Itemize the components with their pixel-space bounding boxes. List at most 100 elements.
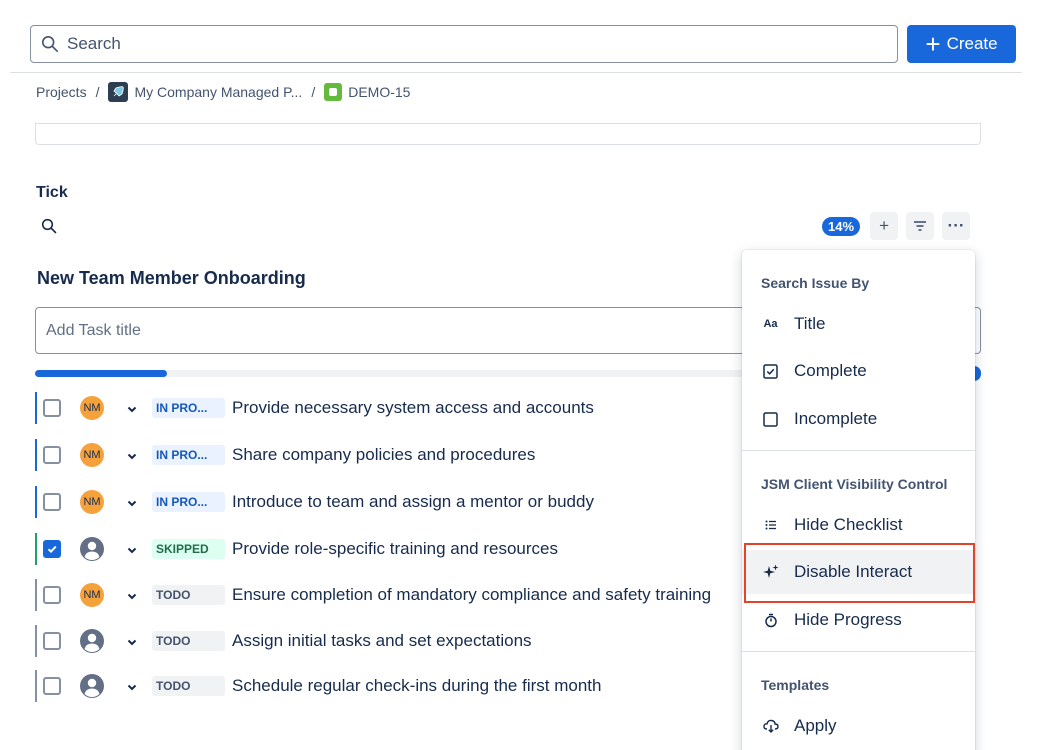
checklist-options-menu: Search Issue By Aa Title Complete Incomp…	[742, 250, 975, 750]
avatar[interactable]: NM	[80, 583, 104, 607]
task-status-bar	[35, 533, 37, 565]
task-status-bar	[35, 439, 37, 471]
description-field-bottom	[35, 122, 981, 145]
chevron-down-icon[interactable]	[126, 402, 138, 414]
menu-item-hide-progress[interactable]: Hide Progress	[742, 598, 975, 642]
menu-item-incomplete[interactable]: Incomplete	[742, 397, 975, 441]
search-input[interactable]	[67, 34, 847, 54]
stopwatch-icon	[762, 612, 779, 629]
menu-item-title[interactable]: Aa Title	[742, 302, 975, 346]
task-row[interactable]: NM IN PRO... Share company policies and pr…	[35, 439, 755, 471]
progress-badge: 14%	[822, 216, 861, 236]
status-badge[interactable]: TODO	[152, 585, 225, 605]
checklist-title: New Team Member Onboarding	[37, 268, 306, 288]
task-status-bar	[35, 392, 37, 424]
menu-divider	[742, 450, 975, 451]
menu-item-label: Title	[794, 314, 826, 333]
status-badge[interactable]: IN PRO...	[152, 492, 225, 512]
checklist-toolbar: 14% + ···	[822, 212, 971, 240]
chevron-down-icon[interactable]	[126, 635, 138, 647]
task-checkbox[interactable]	[43, 446, 61, 464]
task-checkbox[interactable]	[43, 493, 61, 511]
section-title: Tick	[36, 184, 68, 201]
menu-heading-visibility: JSM Client Visibility Control	[761, 476, 948, 492]
task-row[interactable]: SKIPPED Provide role-specific training an…	[35, 533, 755, 565]
search-box[interactable]	[30, 25, 898, 63]
status-badge[interactable]: TODO	[152, 631, 225, 651]
menu-heading-templates: Templates	[761, 677, 830, 693]
menu-heading-search: Search Issue By	[761, 275, 870, 291]
story-icon	[324, 83, 343, 101]
chevron-down-icon[interactable]	[126, 449, 138, 461]
more-button[interactable]: ···	[942, 212, 971, 240]
filter-button[interactable]	[906, 212, 935, 240]
task-checkbox[interactable]	[43, 586, 61, 604]
avatar-placeholder-icon[interactable]	[79, 628, 105, 654]
task-row[interactable]: NM IN PRO... Introduce to team and assign …	[35, 486, 755, 518]
text-case-icon: Aa	[763, 318, 778, 330]
breadcrumb: Projects / My Company Managed P... / DEM…	[36, 82, 410, 102]
breadcrumb-separator: /	[311, 84, 316, 100]
task-checkbox[interactable]	[43, 399, 61, 417]
highlight-annotation	[744, 543, 975, 603]
breadcrumb-project[interactable]: My Company Managed P...	[134, 84, 302, 100]
task-text[interactable]: Share company policies and procedures	[232, 445, 535, 465]
search-icon[interactable]	[41, 218, 57, 234]
checkbox-empty-icon	[762, 411, 779, 428]
task-row[interactable]: NM IN PRO... Provide necessary system acce…	[35, 392, 755, 424]
progress-fill	[35, 370, 168, 377]
task-status-bar	[35, 670, 37, 702]
avatar-placeholder-icon[interactable]	[79, 536, 105, 562]
breadcrumb-projects[interactable]: Projects	[36, 84, 87, 100]
task-status-bar	[35, 579, 37, 611]
chevron-down-icon[interactable]	[126, 543, 138, 555]
status-badge[interactable]: SKIPPED	[152, 539, 225, 559]
checkmark-icon	[47, 545, 57, 554]
breadcrumb-separator: /	[95, 84, 100, 100]
menu-item-label: Hide Checklist	[794, 515, 903, 534]
task-status-bar	[35, 486, 37, 518]
header-divider	[10, 72, 1022, 73]
status-badge[interactable]: TODO	[152, 676, 225, 696]
cloud-download-icon	[762, 718, 779, 735]
task-row[interactable]: NM TODO Ensure completion of mandatory com…	[35, 579, 755, 611]
breadcrumb-issue[interactable]: DEMO-15	[348, 84, 410, 100]
task-row[interactable]: TODO Schedule regular check-ins during th…	[35, 670, 755, 702]
create-button[interactable]: + Create	[907, 25, 1016, 63]
task-text[interactable]: Provide necessary system access and acco…	[232, 398, 594, 418]
add-button[interactable]: +	[870, 212, 899, 240]
search-icon	[41, 35, 59, 53]
task-text[interactable]: Introduce to team and assign a mentor or…	[232, 492, 594, 512]
avatar[interactable]: NM	[80, 396, 104, 420]
status-badge[interactable]: IN PRO...	[152, 398, 225, 418]
menu-item-label: Incomplete	[794, 409, 878, 428]
task-text[interactable]: Provide role-specific training and resou…	[232, 539, 558, 559]
menu-divider	[742, 651, 975, 652]
menu-item-complete[interactable]: Complete	[742, 349, 975, 393]
task-text[interactable]: Assign initial tasks and set expectation…	[232, 631, 532, 651]
list-icon	[762, 517, 779, 534]
task-text[interactable]: Ensure completion of mandatory complianc…	[232, 585, 711, 605]
menu-item-hide-checklist[interactable]: Hide Checklist	[742, 503, 975, 547]
task-text[interactable]: Schedule regular check-ins during the fi…	[232, 676, 601, 696]
avatar[interactable]: NM	[80, 490, 104, 514]
chevron-down-icon[interactable]	[126, 680, 138, 692]
menu-item-label: Apply	[794, 716, 837, 735]
chevron-down-icon[interactable]	[126, 589, 138, 601]
task-checkbox[interactable]	[43, 540, 61, 558]
menu-item-apply-template[interactable]: Apply	[742, 704, 975, 748]
create-button-label: Create	[946, 34, 998, 53]
filter-icon	[914, 221, 927, 231]
menu-item-label: Hide Progress	[794, 610, 902, 629]
status-badge[interactable]: IN PRO...	[152, 445, 225, 465]
avatar[interactable]: NM	[80, 443, 104, 467]
task-row[interactable]: TODO Assign initial tasks and set expecta…	[35, 625, 755, 657]
task-checkbox[interactable]	[43, 677, 61, 695]
avatar-placeholder-icon[interactable]	[79, 673, 105, 699]
chevron-down-icon[interactable]	[126, 496, 138, 508]
plus-icon: +	[925, 29, 941, 59]
menu-item-label: Complete	[794, 361, 867, 380]
checkbox-checked-icon	[762, 363, 779, 380]
task-status-bar	[35, 625, 37, 657]
task-checkbox[interactable]	[43, 632, 61, 650]
